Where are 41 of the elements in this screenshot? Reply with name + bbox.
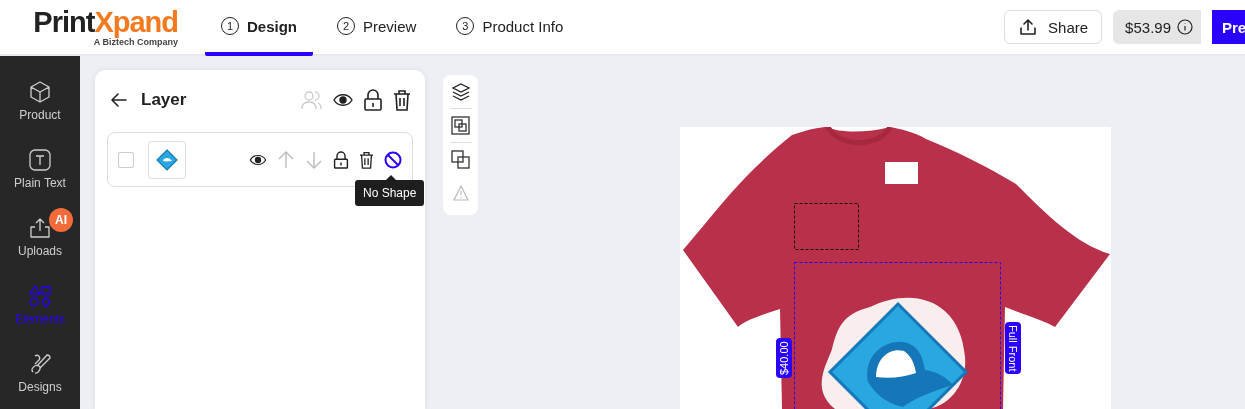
uploads-icon — [28, 216, 52, 240]
layer-thumbnail — [148, 140, 186, 179]
lock-icon[interactable] — [333, 150, 349, 169]
trash-icon[interactable] — [359, 150, 374, 169]
eye-icon[interactable] — [333, 93, 353, 107]
designs-icon — [28, 352, 52, 376]
next-button[interactable]: Pre — [1212, 10, 1245, 44]
trash-icon[interactable] — [393, 89, 411, 111]
step-tab[interactable]: 2 Preview — [321, 0, 433, 56]
info-icon[interactable] — [1177, 19, 1193, 35]
tooltip: No Shape — [355, 180, 425, 206]
sidebar-item[interactable]: Plain Text — [0, 136, 80, 204]
step-tab[interactable]: 1 Design — [205, 0, 313, 56]
tooltip-pointer-icon — [386, 175, 396, 180]
eye-icon[interactable] — [249, 153, 267, 166]
back-arrow-icon[interactable] — [109, 90, 129, 110]
upload-icon — [1018, 17, 1039, 37]
share-button[interactable]: Share — [1004, 10, 1103, 44]
price-tag: $40.00 — [776, 338, 792, 378]
sidebar-item[interactable]: Product — [0, 68, 80, 136]
logo-tagline: A Biztech Company — [93, 37, 178, 47]
product-icon — [28, 80, 52, 104]
price-text: $53.99 — [1124, 18, 1172, 36]
ai-badge: AI — [49, 208, 73, 232]
layers-icon[interactable] — [451, 83, 470, 101]
layer-checkbox[interactable] — [118, 151, 134, 168]
logo-wordmark: PrintXpand — [33, 7, 178, 37]
bring-forward-icon[interactable] — [451, 116, 470, 135]
lock-icon[interactable] — [363, 89, 383, 111]
sidebar-item[interactable]: AI Uploads — [0, 204, 80, 272]
design-drawing[interactable] — [821, 297, 969, 409]
no-shape-icon[interactable] — [384, 150, 402, 169]
print-area-outline — [794, 203, 859, 250]
area-label: Full Front — [1005, 322, 1021, 375]
send-backward-icon[interactable] — [451, 150, 470, 169]
sidebar-item[interactable]: Designs — [0, 340, 80, 408]
text-icon — [28, 148, 52, 172]
panel-title: Layer — [141, 90, 187, 110]
elements-icon — [28, 284, 52, 308]
step-tab[interactable]: 3 Product Info — [440, 0, 580, 56]
print-area-outline[interactable] — [794, 262, 1001, 409]
